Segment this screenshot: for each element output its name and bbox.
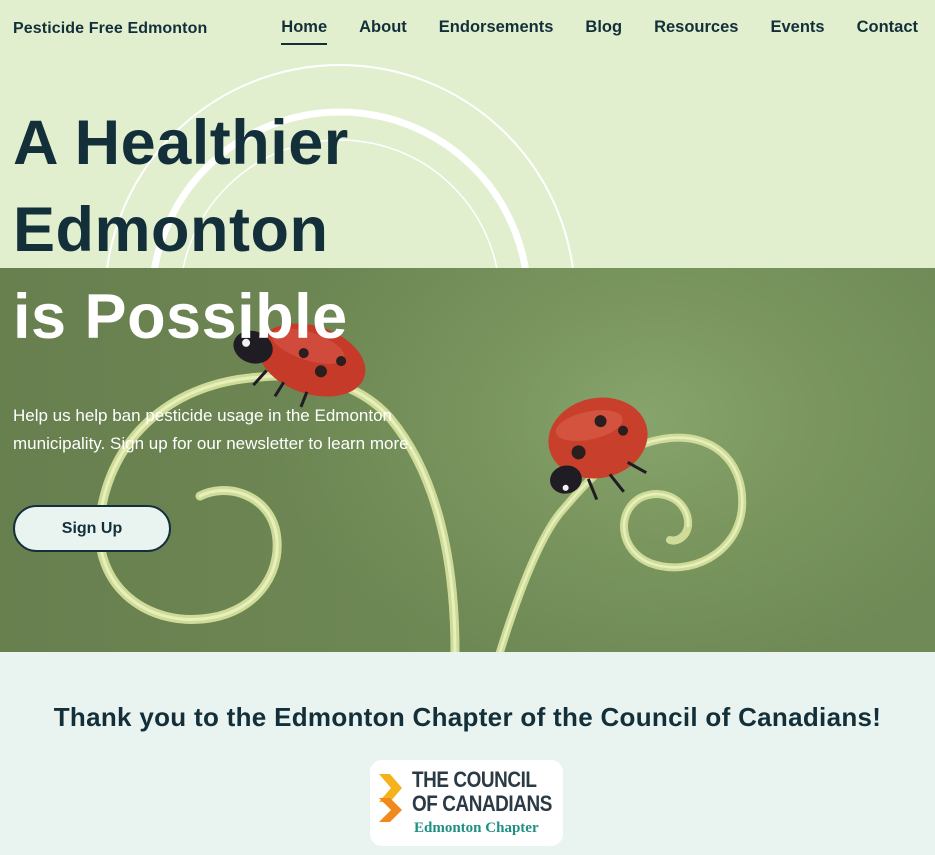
- chevron-flag-icon: [379, 774, 402, 822]
- nav-item-endorsements[interactable]: Endorsements: [439, 18, 554, 43]
- thanks-section: Thank you to the Edmonton Chapter of the…: [0, 652, 935, 855]
- thanks-heading: Thank you to the Edmonton Chapter of the…: [53, 702, 882, 732]
- headline-line-2: Edmonton: [13, 195, 329, 265]
- headline-line-3: is Possible: [13, 282, 348, 352]
- logo-text-line-2: OF CANADIANS: [412, 791, 552, 816]
- council-of-canadians-logo[interactable]: THE COUNCIL OF CANADIANS Edmonton Chapte…: [370, 760, 563, 846]
- nav-item-resources[interactable]: Resources: [654, 18, 738, 43]
- nav-item-home[interactable]: Home: [281, 18, 327, 45]
- hero-description: Help us help ban pesticide usage in the …: [13, 406, 414, 453]
- site-nav: Pesticide Free Edmonton Home About Endor…: [0, 0, 935, 56]
- nav-item-about[interactable]: About: [359, 18, 407, 43]
- ladybug-right: [548, 397, 648, 501]
- site-brand-link[interactable]: Pesticide Free Edmonton: [13, 20, 207, 38]
- nav-menu: Home About Endorsements Blog Resources E…: [249, 18, 918, 45]
- logo-text-line-1: THE COUNCIL: [412, 767, 537, 792]
- nav-item-events[interactable]: Events: [770, 18, 824, 43]
- nav-item-contact[interactable]: Contact: [857, 18, 918, 43]
- headline-line-1: A Healthier: [13, 108, 349, 178]
- sign-up-button[interactable]: Sign Up: [13, 505, 171, 552]
- logo-chapter-text: Edmonton Chapter: [414, 820, 539, 836]
- nav-item-blog[interactable]: Blog: [585, 18, 622, 43]
- hero-headline: A Healthier Edmonton is Possible: [13, 100, 349, 361]
